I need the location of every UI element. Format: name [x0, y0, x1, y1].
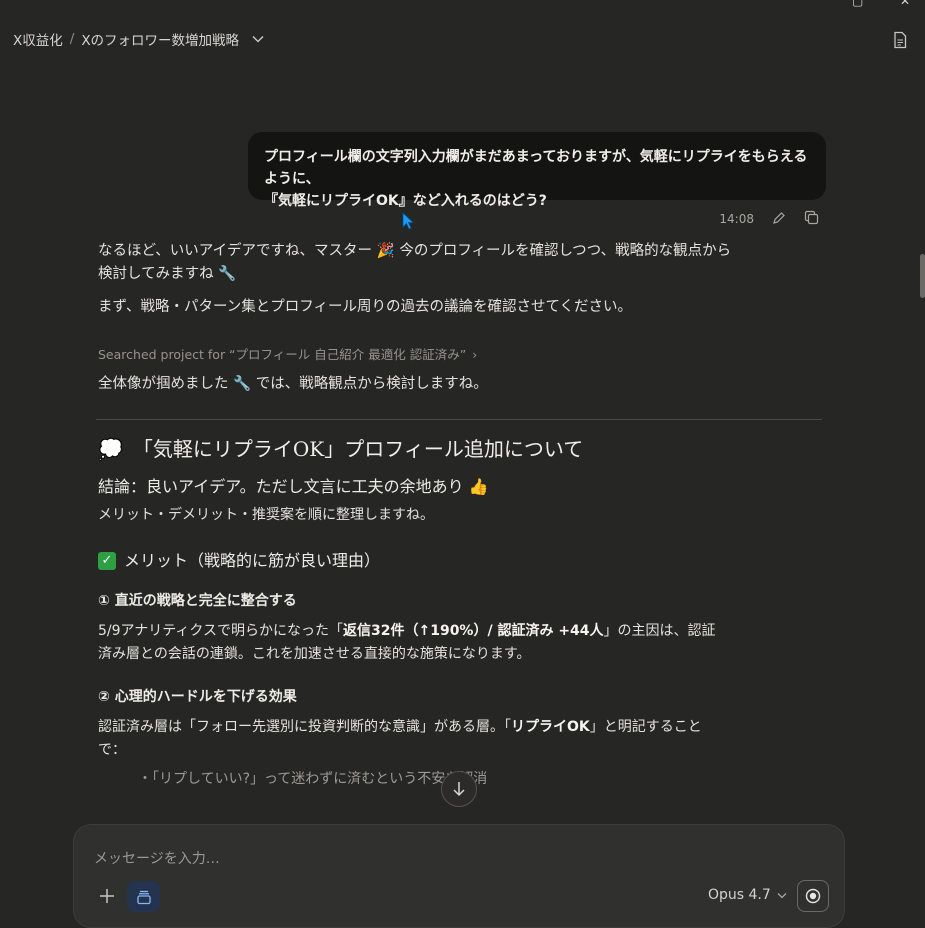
- breadcrumb: X収益化 / Xのフォロワー数増加戦略: [13, 29, 264, 49]
- assistant-paragraph: まず、戦略・パターン集とプロフィール周りの過去の議論を確認させてください。: [98, 299, 633, 315]
- divider: [96, 419, 822, 420]
- breadcrumb-project[interactable]: X収益化: [13, 29, 63, 49]
- project-stack-icon: [136, 890, 151, 904]
- add-attachment-button[interactable]: [96, 885, 118, 907]
- assistant-paragraph: メリット・デメリット・推奨案を順に整理しますね。: [98, 507, 434, 523]
- assistant-paragraph: 認証済み層は「フォロー先選別に投資判断的な意識」がある層。「リプライOK」と明記…: [98, 716, 820, 762]
- model-selector[interactable]: Opus 4.7: [708, 887, 787, 903]
- assistant-paragraph: なるほど、いいアイデアですね、マスター 🎉 今のプロフィールを確認しつつ、戦略的…: [98, 240, 820, 286]
- restore-window-button[interactable]: ▢: [852, 0, 863, 8]
- message-meta: 14:08: [719, 210, 819, 228]
- breadcrumb-separator: /: [69, 31, 75, 47]
- message-time: 14:08: [719, 212, 754, 226]
- scrollbar-thumb[interactable]: [920, 254, 925, 298]
- scroll-to-bottom-button[interactable]: [441, 771, 477, 807]
- chevron-down-icon: [777, 892, 787, 898]
- item-heading: ② 心理的ハードルを下げる効果: [98, 689, 297, 705]
- user-message-line: プロフィール欄の文字列入力欄がまだあまっておりますが、気軽にリプライをもらえるよ…: [264, 149, 808, 187]
- user-message-line: 『気軽にリプライOK』など入れるのはどう?: [264, 193, 547, 209]
- breadcrumb-chat-title[interactable]: Xのフォロワー数増加戦略: [81, 29, 239, 49]
- merits-heading-text: メリット（戦略的に筋が良い理由）: [124, 551, 381, 570]
- section-heading: 💭 「気軽にリプライOK」プロフィール追加について: [98, 438, 820, 461]
- arrow-down-icon: [453, 782, 465, 797]
- message-input[interactable]: メッセージを入力…: [94, 848, 220, 868]
- assistant-text: 5/9アナリティクスで明らかになった「: [98, 623, 343, 639]
- assistant-message: なるほど、いいアイデアですね、マスター 🎉 今のプロフィールを確認しつつ、戦略的…: [96, 240, 822, 791]
- close-window-button[interactable]: ✕: [900, 0, 910, 8]
- search-result-label: Searched project for “プロフィール 自己紹介 最適化 認証…: [98, 347, 467, 362]
- assistant-text: 」と明記すること: [589, 719, 702, 735]
- merits-heading: ✓ メリット（戦略的に筋が良い理由）: [98, 549, 820, 572]
- conclusion-heading: 結論：良いアイデア。ただし文言に工夫の余地あり 👍: [98, 477, 489, 496]
- project-search-result[interactable]: Searched project for “プロフィール 自己紹介 最適化 認証…: [98, 343, 820, 366]
- chevron-down-icon[interactable]: [252, 35, 264, 43]
- assistant-paragraph: 5/9アナリティクスで明らかになった「返信32件（↑190%）/ 認証済み +4…: [98, 620, 820, 666]
- thought-bubble-icon: 💭: [98, 437, 123, 461]
- project-button[interactable]: [127, 881, 160, 912]
- assistant-text: 」の主因は、認証: [603, 623, 716, 639]
- top-bar: ▢ ✕ X収益化 / Xのフォロワー数増加戦略: [0, 0, 925, 80]
- copy-icon[interactable]: [804, 210, 819, 228]
- model-name: Opus 4.7: [708, 887, 771, 903]
- assistant-paragraph: 全体像が掴めました 🔧 では、戦略観点から検討しますね。: [98, 376, 488, 392]
- user-message-bubble: プロフィール欄の文字列入力欄がまだあまっておりますが、気軽にリプライをもらえるよ…: [248, 132, 826, 209]
- edit-icon[interactable]: [772, 211, 786, 228]
- item-heading: ① 直近の戦略と完全に整合する: [98, 593, 297, 609]
- record-icon: [805, 888, 821, 904]
- assistant-text: なるほど、いいアイデアですね、マスター 🎉 今のプロフィールを確認しつつ、戦略的…: [98, 243, 732, 259]
- assistant-text: 認証済み層は「フォロー先選別に投資判断的な意識」がある層。「: [98, 719, 511, 735]
- assistant-bold-text: 返信32件（↑190%）/ 認証済み +44人: [343, 623, 604, 639]
- assistant-text: 検討してみますね 🔧: [98, 266, 237, 282]
- mouse-cursor-icon: [402, 212, 415, 234]
- voice-mode-button[interactable]: [797, 880, 829, 912]
- chevron-right-icon: ›: [472, 347, 478, 362]
- section-heading-text: 「気軽にリプライOK」プロフィール追加について: [132, 437, 584, 461]
- message-composer: メッセージを入力… Opus 4.7: [73, 824, 845, 928]
- assistant-bold-text: リプライOK: [511, 719, 590, 735]
- document-icon[interactable]: [891, 31, 909, 53]
- check-icon: ✓: [98, 551, 116, 570]
- assistant-text: 済み層との会話の連鎖。これを加速させる直接的な施策になります。: [98, 646, 531, 662]
- plus-icon: [100, 889, 114, 903]
- assistant-text: で：: [98, 742, 126, 758]
